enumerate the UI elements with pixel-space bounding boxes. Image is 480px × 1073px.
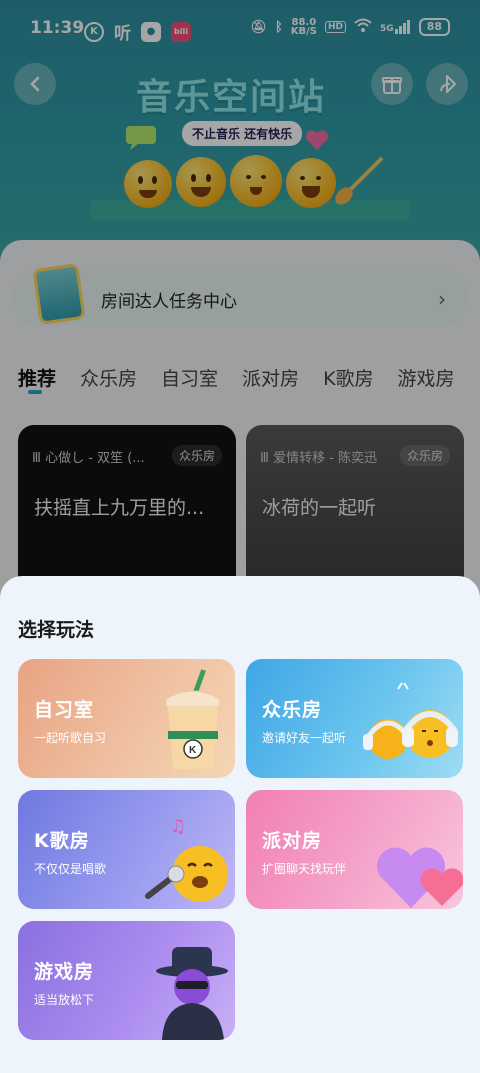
- mode-card-party[interactable]: 派对房 扩圈聊天找玩伴: [246, 790, 463, 909]
- mode-name: 自习室: [34, 699, 95, 721]
- headphone-emoji-pair-icon: [363, 682, 458, 759]
- mode-desc: 扩圈聊天找玩伴: [262, 862, 347, 876]
- svg-text:♫: ♫: [170, 816, 186, 837]
- mode-card-game[interactable]: 游戏房 适当放松下: [18, 921, 235, 1040]
- mode-name: 游戏房: [34, 961, 95, 983]
- mode-desc: 邀请好友一起听: [262, 731, 347, 745]
- mode-name: 众乐房: [262, 699, 323, 721]
- hearts-icon: [377, 847, 463, 908]
- sheet-title: 选择玩法: [18, 619, 95, 641]
- mode-name: K歌房: [34, 830, 90, 852]
- mode-card-karaoke[interactable]: K歌房 不仅仅是唱歌 ♫: [18, 790, 235, 909]
- svg-text:K: K: [189, 745, 197, 756]
- spy-character-icon: [156, 947, 228, 1040]
- mode-desc: 不仅仅是唱歌: [34, 862, 107, 876]
- mode-desc: 一起听歌自习: [34, 731, 107, 745]
- choose-mode-sheet: 选择玩法 自习室 一起听歌自习 K 众乐房 邀请好友一起听 K歌房 不仅仅是唱歌…: [0, 576, 480, 1073]
- mode-name: 派对房: [262, 830, 323, 852]
- mode-desc: 适当放松下: [34, 993, 95, 1007]
- singing-emoji-icon: ♫: [145, 816, 228, 902]
- mode-card-study[interactable]: 自习室 一起听歌自习 K: [18, 659, 235, 778]
- milk-tea-cup-icon: K: [165, 669, 221, 769]
- mode-card-together[interactable]: 众乐房 邀请好友一起听: [246, 659, 463, 778]
